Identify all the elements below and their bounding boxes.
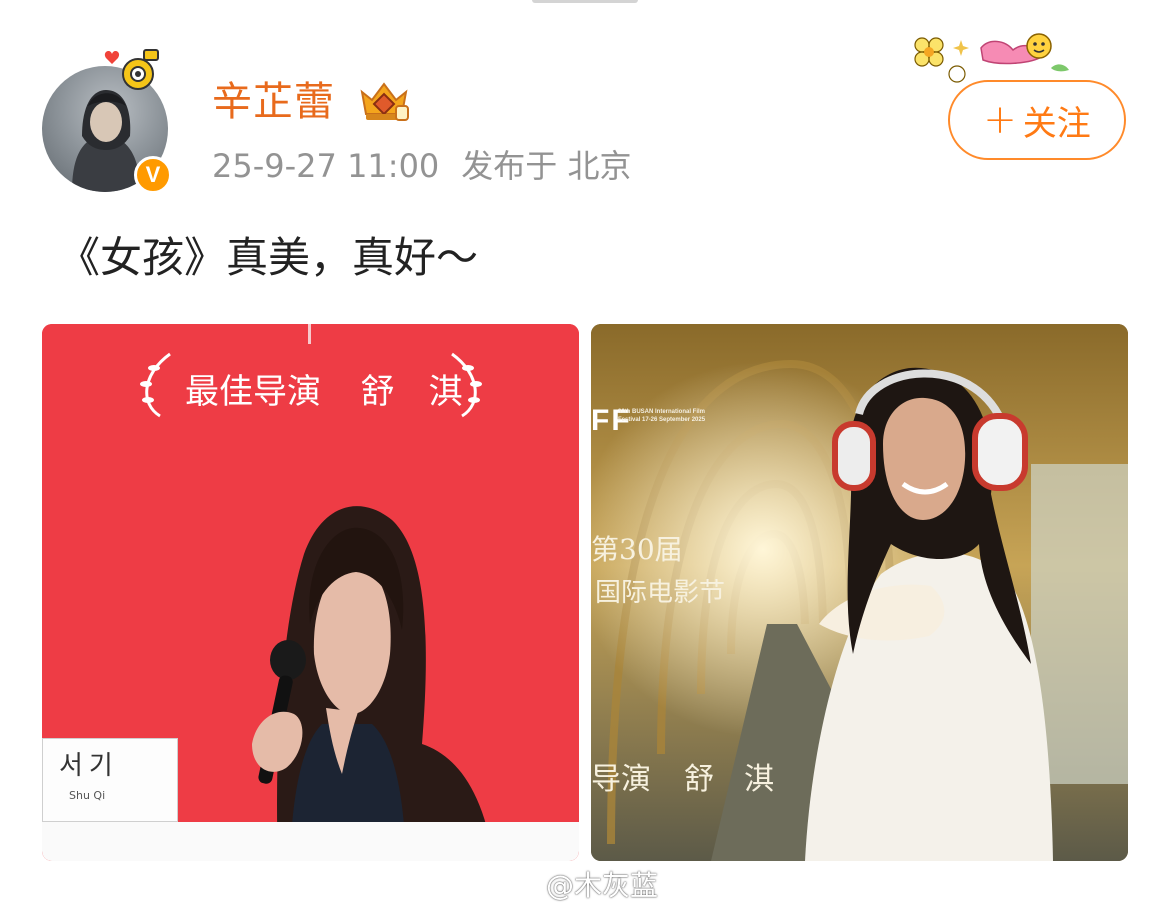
post-text: 《女孩》真美，真好～ — [58, 233, 479, 282]
name-plate-korean: 서기 — [59, 751, 119, 781]
avatar-decoration-icon — [100, 44, 164, 92]
award-title-left: 最佳导演 舒 淇 — [185, 364, 463, 413]
verified-badge-icon: V — [134, 156, 172, 194]
post-location: 北京 — [567, 147, 632, 185]
award-title-text: 最佳导演 — [185, 372, 321, 412]
weibo-logo-icon — [501, 873, 538, 899]
vip-crown-icon — [356, 78, 412, 124]
festival-edition: 第30届 — [591, 533, 683, 566]
weibo-post-screen: V 辛芷蕾 25-9-27 11:00 发布于 北京 + 关注 《女孩》真美，真… — [0, 0, 1170, 910]
watermark-text: @木灰蓝 — [546, 869, 659, 902]
plus-icon: + — [983, 97, 1017, 143]
name-plate-roman: Shu Qi — [69, 789, 106, 802]
festival-name: 国际电影节 — [595, 578, 726, 608]
award-name-text: 舒 淇 — [360, 372, 463, 412]
location-prefix: 发布于 — [461, 147, 558, 185]
post-meta: 25-9-27 11:00 发布于 北京 — [212, 145, 631, 187]
drag-handle[interactable] — [532, 0, 638, 3]
author-name[interactable]: 辛芷蕾 — [212, 76, 335, 128]
festival-small-text: 30th BUSAN International Film Festival 1… — [618, 409, 706, 423]
watermark: @木灰蓝 — [500, 864, 658, 904]
award-title-text: 导演 — [591, 762, 651, 797]
follow-button-label: 关注 — [1022, 103, 1091, 144]
follow-button[interactable]: + 关注 — [948, 80, 1126, 160]
award-name-text: 舒 淇 — [684, 762, 775, 797]
post-image-2[interactable]: FF 30th BUSAN International Film Festiva… — [591, 324, 1128, 861]
post-image-1[interactable]: 最佳导演 舒 淇 서기 Shu Qi — [42, 324, 579, 861]
name-plate: 서기 Shu Qi — [42, 738, 178, 822]
post-timestamp: 25-9-27 11:00 — [212, 147, 440, 185]
award-title-right: 导演 舒 淇 — [591, 754, 774, 798]
